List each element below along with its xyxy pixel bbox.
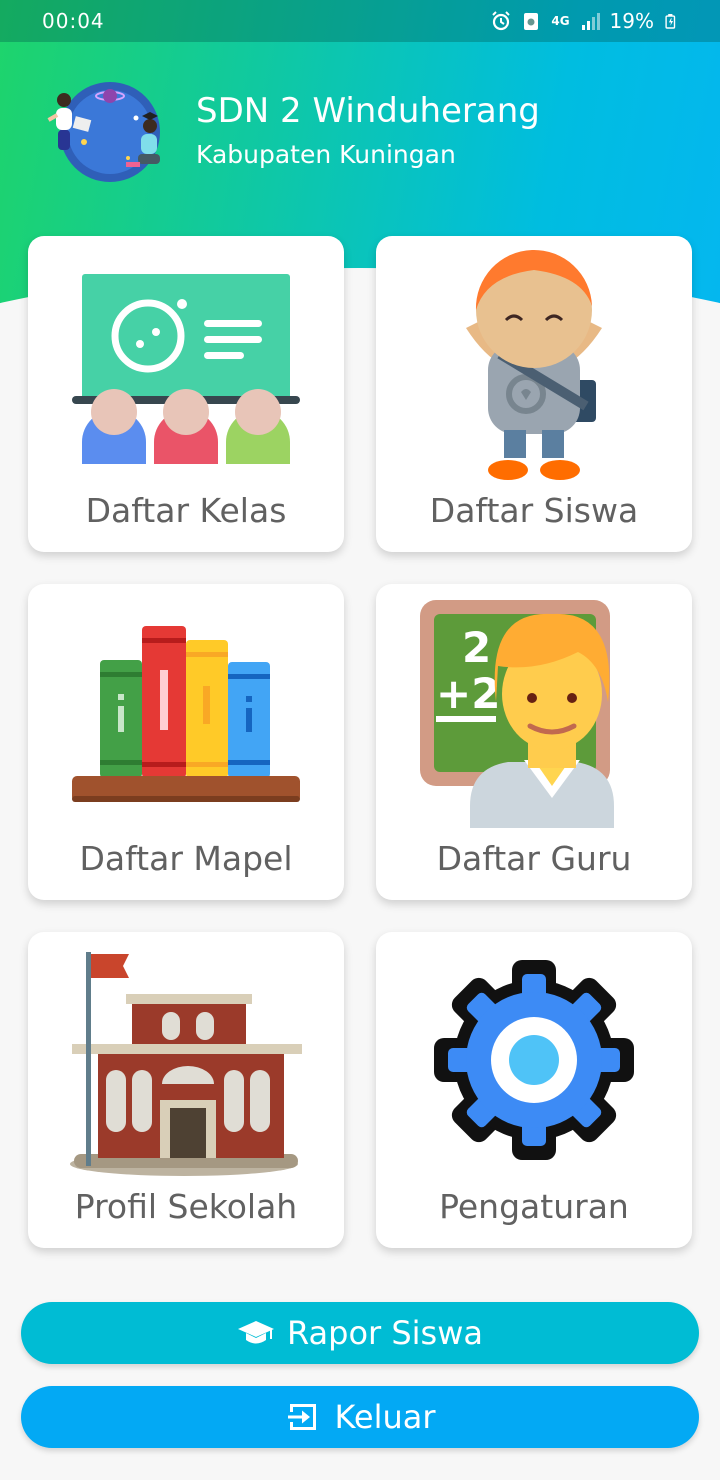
keluar-label: Keluar	[334, 1398, 436, 1436]
menu-card-daftar-kelas[interactable]: Daftar Kelas	[28, 236, 344, 552]
battery-charging-icon	[665, 14, 676, 29]
rapor-siswa-button[interactable]: Rapor Siswa	[21, 1302, 699, 1364]
battery-percent: 19%	[609, 9, 654, 33]
menu-card-label: Daftar Guru	[436, 839, 632, 878]
svg-text:2: 2	[462, 623, 491, 672]
school-building-icon	[70, 952, 302, 1176]
alarm-icon	[492, 11, 511, 31]
menu-card-label: Daftar Kelas	[85, 491, 287, 530]
status-bar: 00:04 4G 19%	[0, 0, 720, 42]
status-time: 00:04	[42, 9, 105, 33]
menu-card-daftar-guru[interactable]: 2 +2 Daftar Guru	[376, 584, 692, 900]
gear-icon	[434, 960, 634, 1160]
classroom-icon	[72, 274, 300, 464]
menu-card-daftar-mapel[interactable]: Daftar Mapel	[28, 584, 344, 900]
school-logo	[47, 82, 160, 182]
school-region: Kabupaten Kuningan	[196, 140, 456, 169]
school-header: SDN 2 Winduherang Kabupaten Kuningan	[44, 78, 540, 186]
menu-card-label: Daftar Siswa	[429, 491, 639, 530]
menu-card-profil-sekolah[interactable]: Profil Sekolah	[28, 932, 344, 1248]
student-icon	[466, 249, 602, 480]
menu-card-pengaturan[interactable]: Pengaturan	[376, 932, 692, 1248]
network-type: 4G	[551, 14, 570, 28]
school-name: SDN 2 Winduherang	[196, 91, 540, 131]
rapor-siswa-label: Rapor Siswa	[286, 1314, 483, 1352]
logout-icon	[288, 1404, 317, 1430]
menu-card-daftar-siswa[interactable]: Daftar Siswa	[376, 236, 692, 552]
signal-icon	[581, 13, 600, 30]
home-screen: 00:04 4G 19% SDN 2 Winduherang Kabupaten…	[0, 0, 720, 1480]
menu-card-label: Pengaturan	[439, 1187, 629, 1226]
keluar-button[interactable]: Keluar	[21, 1386, 699, 1448]
status-icons: 4G 19%	[491, 9, 678, 33]
school-info: SDN 2 Winduherang Kabupaten Kuningan	[196, 89, 540, 175]
svg-text:+2: +2	[436, 669, 500, 718]
storage-icon	[524, 13, 539, 30]
menu-card-label: Profil Sekolah	[74, 1187, 298, 1226]
menu-card-label: Daftar Mapel	[79, 839, 293, 878]
teacher-icon: 2 +2	[420, 600, 614, 828]
graduation-cap-icon	[237, 1321, 274, 1344]
books-icon	[72, 626, 300, 802]
